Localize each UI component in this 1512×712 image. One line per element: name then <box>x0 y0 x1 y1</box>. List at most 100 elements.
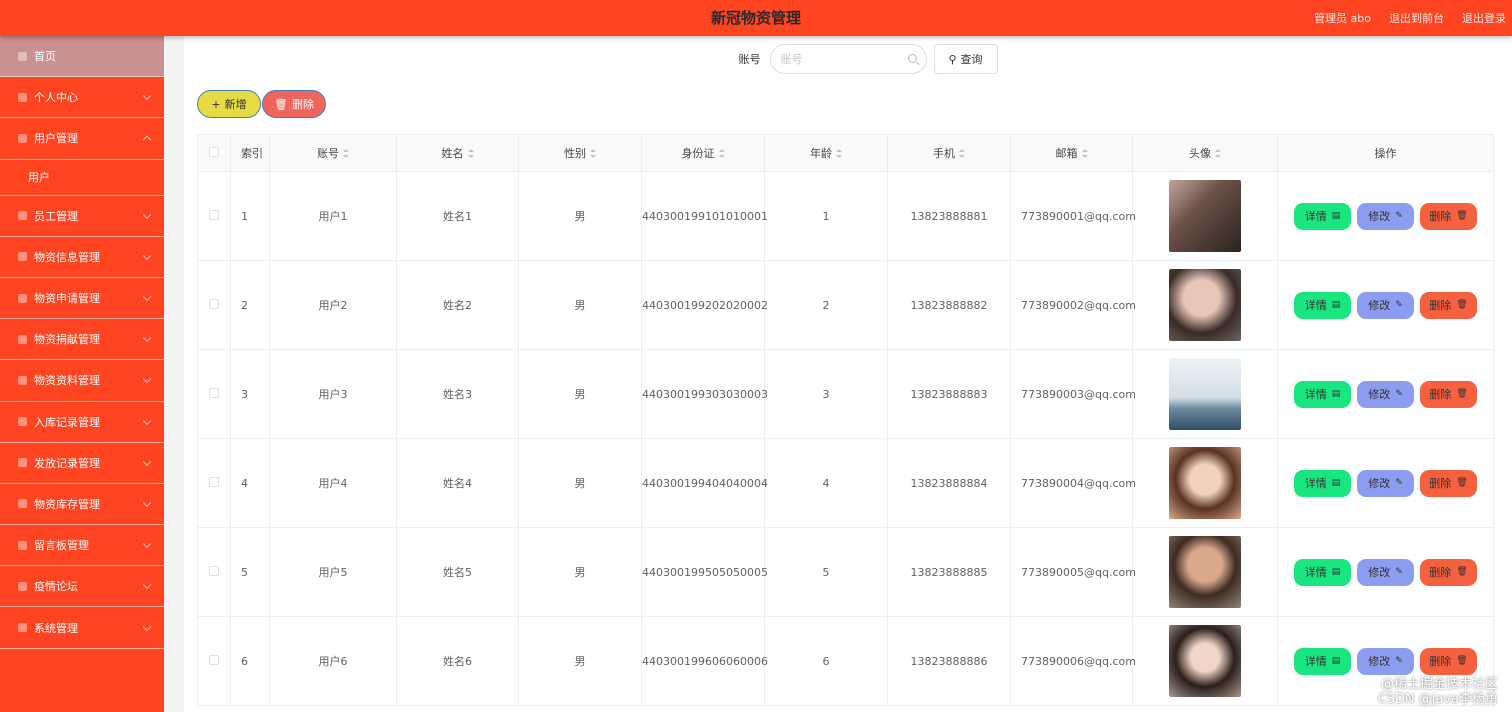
detail-button[interactable]: 详情 ▤ <box>1294 202 1351 230</box>
detail-button[interactable]: 详情 ▤ <box>1294 380 1351 408</box>
cell-phone: 13823888884 <box>887 438 1011 528</box>
delete-button-label: 删除 <box>1429 210 1452 223</box>
col-age-label: 年龄 <box>810 147 832 160</box>
document-icon: ▤ <box>1331 300 1341 310</box>
sidebar-item[interactable]: 发放记录管理 <box>0 443 164 484</box>
cell-phone: 13823888885 <box>887 527 1011 617</box>
trash-icon: 🗑 <box>274 97 288 111</box>
col-email-label: 邮箱 <box>1055 147 1078 160</box>
delete-button[interactable]: 删除 🗑 <box>1420 647 1477 675</box>
logout-link[interactable]: 退出登录 <box>1462 10 1506 26</box>
avatar <box>1169 180 1241 252</box>
col-idcard[interactable]: 身份证 <box>641 134 765 172</box>
row-checkbox[interactable] <box>209 654 219 665</box>
detail-button[interactable]: 详情 ▤ <box>1294 469 1351 497</box>
sort-icon[interactable] <box>718 149 725 158</box>
sort-icon[interactable] <box>467 149 474 158</box>
sort-icon[interactable] <box>1081 149 1088 158</box>
cell-index: 6 <box>230 616 270 706</box>
sidebar-item[interactable]: 物资捐献管理 <box>0 319 164 361</box>
user-icon <box>16 91 28 103</box>
col-gender[interactable]: 性别 <box>518 134 642 172</box>
trash-icon: 🗑 <box>1456 567 1468 577</box>
edit-button[interactable]: 修改 ✎ <box>1357 558 1414 586</box>
edit-button[interactable]: 修改 ✎ <box>1357 647 1414 675</box>
pencil-icon: ✎ <box>1395 300 1403 310</box>
sidebar-item[interactable]: 疫情论坛 <box>0 566 164 608</box>
sidebar-item[interactable]: 系统管理 <box>0 607 164 649</box>
edit-button[interactable]: 修改 ✎ <box>1357 291 1414 319</box>
detail-button[interactable]: 详情 ▤ <box>1294 558 1351 586</box>
send-icon <box>16 580 28 592</box>
row-checkbox[interactable] <box>209 298 219 309</box>
cell-gender: 男 <box>518 260 642 350</box>
col-avatar[interactable]: 头像 <box>1132 134 1278 172</box>
delete-button-label: 删除 <box>1429 477 1452 490</box>
cell-account: 用户2 <box>269 260 397 350</box>
delete-button[interactable]: 删除 🗑 <box>1420 291 1477 319</box>
search-input[interactable] <box>770 45 891 73</box>
delete-button[interactable]: 删除 🗑 <box>1420 202 1477 230</box>
back-to-front-link[interactable]: 退出到前台 <box>1389 10 1444 26</box>
row-select-cell <box>197 349 231 439</box>
delete-button[interactable]: 删除 🗑 <box>1420 558 1477 586</box>
sidebar-item[interactable]: 物资库存管理 <box>0 484 164 526</box>
sidebar-item[interactable]: 用户管理 <box>0 118 164 160</box>
select-all-checkbox[interactable] <box>209 146 219 157</box>
top-bar: 新冠物资管理 管理员 abo 退出到前台 退出登录 <box>0 0 1512 36</box>
sidebar-item[interactable]: 员工管理 <box>0 196 164 237</box>
sidebar-item[interactable]: 首页 <box>0 36 164 78</box>
row-checkbox[interactable] <box>209 387 219 398</box>
batch-delete-button[interactable]: 🗑 删除 <box>262 90 326 118</box>
edit-button[interactable]: 修改 ✎ <box>1357 202 1414 230</box>
edit-button[interactable]: 修改 ✎ <box>1357 380 1414 408</box>
cell-name: 姓名6 <box>396 616 519 706</box>
row-checkbox[interactable] <box>209 209 219 220</box>
cell-ops: 详情 ▤ 修改 ✎ 删除 🗑 <box>1277 438 1494 528</box>
query-button[interactable]: ⚲ 查询 <box>933 44 998 74</box>
table-row[interactable]: 4 用户4 姓名4 男 440300199404040004 4 13823888884 77… <box>197 438 1494 528</box>
add-button[interactable]: + 新增 <box>197 90 261 118</box>
cell-email: 773890002@qq.com <box>1010 260 1136 350</box>
table-row[interactable]: 5 用户5 姓名5 男 440300199505050005 5 13823888885 77… <box>197 527 1494 617</box>
detail-button[interactable]: 详情 ▤ <box>1294 291 1351 319</box>
table-row[interactable]: 6 用户6 姓名6 男 440300199606060006 6 13823888886 77… <box>197 616 1494 706</box>
delete-button[interactable]: 删除 🗑 <box>1420 380 1477 408</box>
sort-icon[interactable] <box>959 149 965 158</box>
message-icon <box>16 539 28 551</box>
search-input-wrap <box>769 44 927 74</box>
col-name[interactable]: 姓名 <box>396 134 519 172</box>
sidebar-item[interactable]: 留言板管理 <box>0 525 164 567</box>
sidebar-subitem[interactable]: 用户 <box>0 160 164 196</box>
col-account[interactable]: 账号 <box>269 134 397 172</box>
edit-button-label: 修改 <box>1368 210 1391 223</box>
chevron-down-icon <box>142 333 152 343</box>
sidebar-item[interactable]: 个人中心 <box>0 77 164 119</box>
col-phone[interactable]: 手机 <box>887 134 1011 172</box>
edit-button[interactable]: 修改 ✎ <box>1357 469 1414 497</box>
table-row[interactable]: 1 用户1 姓名1 男 440300199101010001 1 13823888881 77… <box>197 171 1494 261</box>
col-age[interactable]: 年龄 <box>764 134 888 172</box>
sort-icon[interactable] <box>836 149 842 158</box>
col-email[interactable]: 邮箱 <box>1010 134 1133 172</box>
table-row[interactable]: 2 用户2 姓名2 男 440300199202020002 2 13823888882 77… <box>197 260 1494 350</box>
sidebar-item[interactable]: 物资资料管理 <box>0 360 164 402</box>
sort-icon[interactable] <box>1215 149 1221 158</box>
box-icon <box>16 251 28 263</box>
detail-button[interactable]: 详情 ▤ <box>1294 647 1351 675</box>
sidebar-item[interactable]: 物资信息管理 <box>0 237 164 278</box>
table-row[interactable]: 3 用户3 姓名3 男 440300199303030003 3 13823888883 77… <box>197 349 1494 439</box>
sort-icon[interactable] <box>343 149 349 158</box>
edit-button-label: 修改 <box>1368 655 1391 668</box>
search-icon: ⚲ <box>948 52 957 66</box>
chevron-down-icon <box>142 374 152 384</box>
avatar <box>1169 536 1241 608</box>
delete-button[interactable]: 删除 🗑 <box>1420 469 1477 497</box>
row-checkbox[interactable] <box>209 565 219 576</box>
cell-phone: 13823888882 <box>887 260 1011 350</box>
sidebar-item[interactable]: 入库记录管理 <box>0 402 164 443</box>
row-checkbox[interactable] <box>209 476 219 487</box>
trash-icon: 🗑 <box>1456 656 1468 666</box>
sort-icon[interactable] <box>590 149 596 158</box>
sidebar-item[interactable]: 物资申请管理 <box>0 278 164 320</box>
